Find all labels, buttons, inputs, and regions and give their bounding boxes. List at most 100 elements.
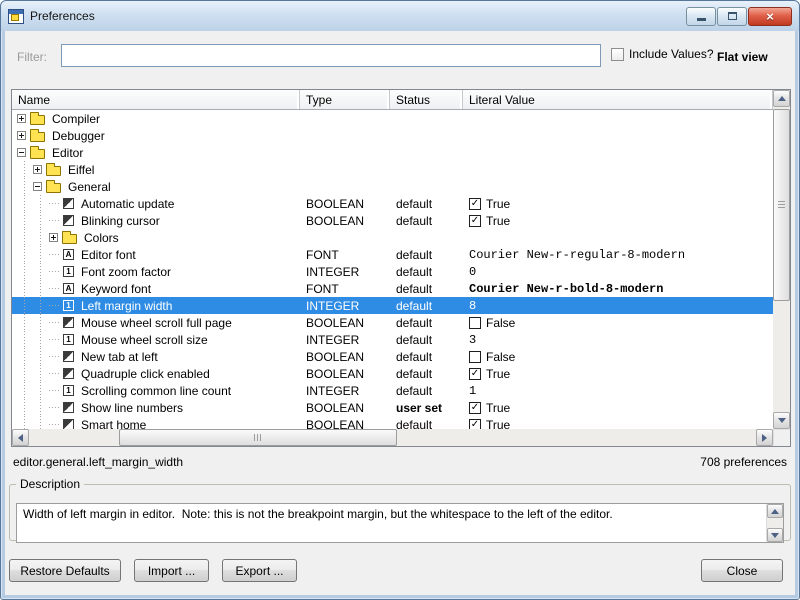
tree-row[interactable]: Debugger xyxy=(12,127,773,144)
value-checkbox[interactable]: ✓ xyxy=(469,198,481,210)
collapse-icon[interactable] xyxy=(17,148,26,157)
name-cell: General xyxy=(12,178,300,195)
checkbox-icon[interactable] xyxy=(611,48,624,61)
tree-guide-line xyxy=(17,161,33,178)
name-cell: Automatic update xyxy=(12,195,300,212)
name-cell: Eiffel xyxy=(12,161,300,178)
close-button[interactable]: × xyxy=(748,7,792,26)
type-cell: BOOLEAN xyxy=(300,212,390,229)
column-header-literal-value[interactable]: Literal Value xyxy=(463,90,773,109)
description-scrollbar[interactable] xyxy=(766,504,783,542)
tree-guide-line xyxy=(17,195,33,212)
tree-row[interactable]: Automatic updateBOOLEANdefault✓True xyxy=(12,195,773,212)
boolean-icon xyxy=(63,351,74,362)
tree-row[interactable]: AEditor fontFONTdefaultCourier New-r-reg… xyxy=(12,246,773,263)
scroll-up-button[interactable] xyxy=(773,90,790,107)
status-cell: default xyxy=(390,416,463,429)
expand-icon[interactable] xyxy=(33,165,42,174)
close-dialog-button[interactable]: Close xyxy=(701,559,783,582)
tree-row[interactable]: 1Scrolling common line countINTEGERdefau… xyxy=(12,382,773,399)
tree-row[interactable]: 1Font zoom factorINTEGERdefault0 xyxy=(12,263,773,280)
expand-icon[interactable] xyxy=(17,114,26,123)
name-cell: Debugger xyxy=(12,127,300,144)
maximize-button[interactable] xyxy=(717,7,747,26)
value-checkbox[interactable]: ✓ xyxy=(469,402,481,414)
scroll-left-button[interactable] xyxy=(12,429,29,446)
maximize-icon xyxy=(728,12,737,20)
type-cell: FONT xyxy=(300,280,390,297)
tree-connector xyxy=(49,365,63,382)
tree-row[interactable]: Smart homeBOOLEANdefault✓True xyxy=(12,416,773,429)
tree-row[interactable]: General xyxy=(12,178,773,195)
horizontal-scroll-track[interactable] xyxy=(29,429,756,446)
status-cell: default xyxy=(390,246,463,263)
scroll-right-button[interactable] xyxy=(756,429,773,446)
integer-icon: 1 xyxy=(63,300,74,311)
tree-row[interactable]: 1Mouse wheel scroll sizeINTEGERdefault3 xyxy=(12,331,773,348)
value-text: 3 xyxy=(469,333,476,347)
description-group: Description Width of left margin in edit… xyxy=(9,477,791,541)
value-cell: 3 xyxy=(463,331,773,348)
expand-icon[interactable] xyxy=(17,131,26,140)
type-cell xyxy=(300,110,390,127)
expand-icon[interactable] xyxy=(49,233,58,242)
scroll-down-button[interactable] xyxy=(773,412,790,429)
description-text: Width of left margin in editor. Note: th… xyxy=(17,504,783,524)
arrow-right-icon xyxy=(762,434,767,442)
include-values-checkbox[interactable]: Include Values? xyxy=(611,47,714,61)
minimize-button[interactable] xyxy=(686,7,716,26)
horizontal-scroll-thumb[interactable] xyxy=(119,429,397,446)
tree-row[interactable]: New tab at leftBOOLEANdefaultFalse xyxy=(12,348,773,365)
tree-row[interactable]: Blinking cursorBOOLEANdefault✓True xyxy=(12,212,773,229)
status-cell: default xyxy=(390,348,463,365)
value-checkbox[interactable]: ✓ xyxy=(469,368,481,380)
status-cell xyxy=(390,127,463,144)
vertical-scroll-thumb[interactable] xyxy=(773,109,790,301)
tree-row[interactable]: Quadruple click enabledBOOLEANdefault✓Tr… xyxy=(12,365,773,382)
vertical-scrollbar[interactable] xyxy=(773,90,790,429)
row-label: Mouse wheel scroll full page xyxy=(79,316,234,330)
flat-view-button[interactable]: Flat view xyxy=(717,50,768,64)
vertical-scroll-track[interactable] xyxy=(773,107,790,412)
tree-row[interactable]: Eiffel xyxy=(12,161,773,178)
value-checkbox[interactable] xyxy=(469,317,481,329)
tree-row[interactable]: Colors xyxy=(12,229,773,246)
titlebar[interactable]: Preferences × xyxy=(1,1,799,31)
tree-guide-line xyxy=(33,314,49,331)
collapse-icon[interactable] xyxy=(33,182,42,191)
preferences-app-icon xyxy=(8,9,24,24)
column-header-type[interactable]: Type xyxy=(300,90,390,109)
value-checkbox[interactable]: ✓ xyxy=(469,215,481,227)
filter-input[interactable] xyxy=(61,44,601,67)
tree-guide-line xyxy=(17,246,33,263)
tree-row[interactable]: 1Left margin widthINTEGERdefault8 xyxy=(12,297,773,314)
tree-row[interactable]: Show line numbersBOOLEANuser set✓True xyxy=(12,399,773,416)
value-text: Courier New-r-bold-8-modern xyxy=(469,282,663,296)
tree-row[interactable]: Mouse wheel scroll full pageBOOLEANdefau… xyxy=(12,314,773,331)
name-cell: New tab at left xyxy=(12,348,300,365)
import-button[interactable]: Import ... xyxy=(134,559,209,582)
value-checkbox[interactable]: ✓ xyxy=(469,419,481,430)
boolean-icon xyxy=(63,317,74,328)
tree-connector xyxy=(49,280,63,297)
type-cell: BOOLEAN xyxy=(300,195,390,212)
horizontal-scrollbar[interactable] xyxy=(12,429,773,446)
row-label: Left margin width xyxy=(79,299,174,313)
restore-defaults-button[interactable]: Restore Defaults xyxy=(9,559,121,582)
value-checkbox[interactable] xyxy=(469,351,481,363)
arrow-up-icon xyxy=(771,509,779,514)
tree-guide-line xyxy=(17,416,33,429)
tree-connector xyxy=(49,246,63,263)
preferences-tree: NameTypeStatusLiteral Value CompilerDebu… xyxy=(11,89,791,447)
tree-row[interactable]: Editor xyxy=(12,144,773,161)
tree-row[interactable]: AKeyword fontFONTdefaultCourier New-r-bo… xyxy=(12,280,773,297)
description-scroll-up-button[interactable] xyxy=(767,504,783,518)
status-cell: default xyxy=(390,297,463,314)
value-text: True xyxy=(486,214,510,228)
export-button[interactable]: Export ... xyxy=(222,559,297,582)
tree-row[interactable]: Compiler xyxy=(12,110,773,127)
description-scroll-down-button[interactable] xyxy=(767,528,783,542)
row-label: Blinking cursor xyxy=(79,214,162,228)
column-header-name[interactable]: Name xyxy=(12,90,300,109)
column-header-status[interactable]: Status xyxy=(390,90,463,109)
